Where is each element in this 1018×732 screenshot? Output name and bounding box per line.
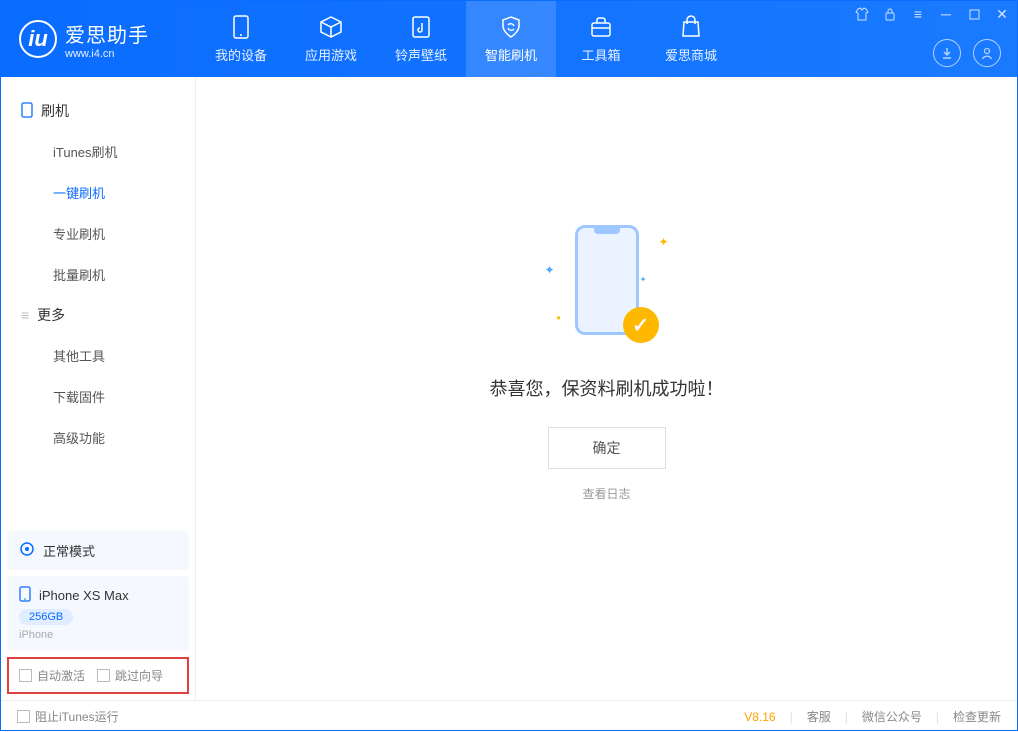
menu-icon[interactable]: ≡	[909, 5, 927, 23]
toolbox-icon	[588, 14, 614, 40]
sidebar-item-other-tools[interactable]: 其他工具	[1, 335, 195, 376]
sparkle-icon: •	[557, 311, 561, 325]
user-icon[interactable]	[973, 39, 1001, 67]
body-area: 刷机 iTunes刷机 一键刷机 专业刷机 批量刷机 ≡ 更多 其他工具 下载固…	[1, 77, 1017, 700]
ok-button[interactable]: 确定	[548, 427, 666, 469]
sidebar-item-download-firmware[interactable]: 下载固件	[1, 376, 195, 417]
success-check-icon: ✓	[623, 307, 659, 343]
lock-icon[interactable]	[881, 5, 899, 23]
capacity-badge: 256GB	[19, 609, 73, 625]
sparkle-icon: ✦	[640, 275, 647, 284]
success-illustration: ✦ ✦ • ✦ ✓	[537, 215, 677, 355]
header-bar: iu 爱思助手 www.i4.cn 我的设备 应用游戏 铃声壁纸 智能刷机 工具…	[1, 1, 1017, 77]
app-logo-icon: iu	[19, 20, 57, 58]
tab-label: 爱思商城	[665, 45, 717, 64]
divider: |	[936, 710, 939, 724]
tab-label: 工具箱	[581, 45, 620, 64]
support-link[interactable]: 客服	[807, 708, 831, 725]
device-phone-icon	[19, 586, 31, 605]
phone-small-icon	[21, 102, 33, 121]
window-controls: ≡ ─ ✕	[853, 5, 1011, 23]
device-mode-label: 正常模式	[43, 541, 95, 560]
version-label: V8.16	[744, 710, 775, 724]
checkbox-auto-activate[interactable]: 自动激活	[19, 667, 85, 684]
cube-icon	[318, 14, 344, 40]
app-subtitle: www.i4.cn	[65, 48, 149, 60]
tab-label: 应用游戏	[305, 45, 357, 64]
checkbox-label: 跳过向导	[115, 667, 163, 684]
sidebar-section-more: ≡ 更多	[1, 295, 195, 335]
footer-right: V8.16 | 客服 | 微信公众号 | 检查更新	[744, 708, 1001, 725]
device-type-label: iPhone	[19, 629, 177, 641]
checkbox-label: 阻止iTunes运行	[35, 708, 119, 725]
tab-store[interactable]: 爱思商城	[646, 1, 736, 77]
section-label: 刷机	[41, 101, 69, 121]
footer-left: 阻止iTunes运行	[17, 708, 119, 725]
sidebar-item-pro-flash[interactable]: 专业刷机	[1, 213, 195, 254]
tab-toolbox[interactable]: 工具箱	[556, 1, 646, 77]
tab-ringtone[interactable]: 铃声壁纸	[376, 1, 466, 77]
tab-smart-flash[interactable]: 智能刷机	[466, 1, 556, 77]
sidebar-item-advanced[interactable]: 高级功能	[1, 417, 195, 458]
music-file-icon	[408, 14, 434, 40]
device-name-label: iPhone XS Max	[39, 588, 129, 603]
checkbox-icon	[97, 669, 110, 682]
bottom-options-highlighted: 自动激活 跳过向导	[7, 657, 189, 694]
checkbox-icon	[17, 710, 30, 723]
footer-bar: 阻止iTunes运行 V8.16 | 客服 | 微信公众号 | 检查更新	[1, 700, 1017, 732]
sparkle-icon: ✦	[658, 235, 668, 249]
device-mode-box[interactable]: 正常模式	[7, 531, 189, 570]
tab-apps[interactable]: 应用游戏	[286, 1, 376, 77]
tab-label: 我的设备	[215, 45, 267, 64]
wechat-link[interactable]: 微信公众号	[862, 708, 922, 725]
app-title: 爱思助手	[65, 19, 149, 48]
view-log-link[interactable]: 查看日志	[582, 485, 630, 502]
sidebar: 刷机 iTunes刷机 一键刷机 专业刷机 批量刷机 ≡ 更多 其他工具 下载固…	[1, 77, 196, 700]
sidebar-section-flash: 刷机	[1, 91, 195, 131]
list-icon: ≡	[21, 307, 29, 323]
checkbox-icon	[19, 669, 32, 682]
tab-label: 智能刷机	[485, 45, 537, 64]
tab-my-device[interactable]: 我的设备	[196, 1, 286, 77]
sidebar-item-itunes-flash[interactable]: iTunes刷机	[1, 131, 195, 172]
sparkle-icon: ✦	[545, 263, 555, 277]
success-message: 恭喜您，保资料刷机成功啦！	[490, 375, 724, 401]
header-action-icons	[933, 39, 1001, 67]
checkbox-block-itunes[interactable]: 阻止iTunes运行	[17, 708, 119, 725]
checkbox-skip-wizard[interactable]: 跳过向导	[97, 667, 163, 684]
logo-area: iu 爱思助手 www.i4.cn	[1, 19, 196, 60]
shield-refresh-icon	[498, 14, 524, 40]
minimize-button[interactable]: ─	[937, 5, 955, 23]
bag-icon	[678, 14, 704, 40]
mode-icon	[19, 541, 35, 560]
divider: |	[790, 710, 793, 724]
phone-icon	[228, 14, 254, 40]
sidebar-item-batch-flash[interactable]: 批量刷机	[1, 254, 195, 295]
nav-tabs: 我的设备 应用游戏 铃声壁纸 智能刷机 工具箱 爱思商城	[196, 1, 736, 77]
download-icon[interactable]	[933, 39, 961, 67]
main-content: ✦ ✦ • ✦ ✓ 恭喜您，保资料刷机成功啦！ 确定 查看日志	[196, 77, 1017, 700]
check-update-link[interactable]: 检查更新	[953, 708, 1001, 725]
sidebar-item-oneclick-flash[interactable]: 一键刷机	[1, 172, 195, 213]
close-button[interactable]: ✕	[993, 5, 1011, 23]
section-label: 更多	[37, 305, 65, 325]
device-info-box[interactable]: iPhone XS Max 256GB iPhone	[7, 576, 189, 651]
divider: |	[845, 710, 848, 724]
checkbox-label: 自动激活	[37, 667, 85, 684]
logo-text: 爱思助手 www.i4.cn	[65, 19, 149, 60]
device-panel: 正常模式 iPhone XS Max 256GB iPhone 自动激活 跳过向…	[1, 525, 195, 700]
tab-label: 铃声壁纸	[395, 45, 447, 64]
maximize-button[interactable]	[965, 5, 983, 23]
shirt-icon[interactable]	[853, 5, 871, 23]
